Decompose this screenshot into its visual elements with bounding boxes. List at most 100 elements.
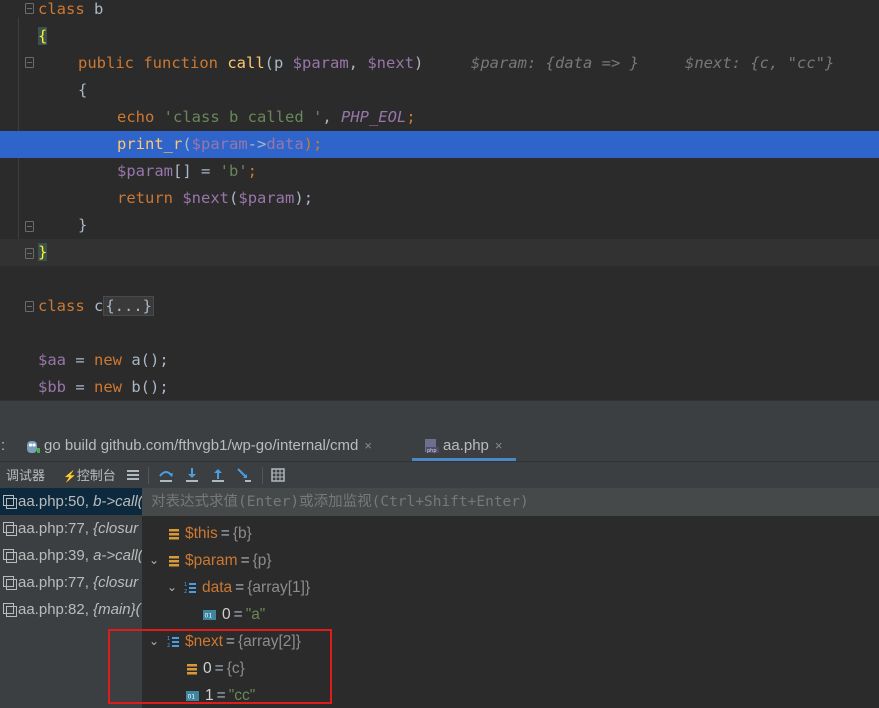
variable: $param xyxy=(238,189,295,207)
frame-location: aa.php:77, xyxy=(18,520,94,537)
frame-item[interactable]: aa.php:77, {closur xyxy=(0,569,142,596)
step-into-icon[interactable] xyxy=(183,466,201,484)
frame-function: {closur xyxy=(93,574,139,591)
variable-name: $param xyxy=(185,552,238,569)
function-name: call xyxy=(227,54,265,72)
fold-toggle-icon[interactable] xyxy=(25,57,34,68)
svg-text:01: 01 xyxy=(205,612,213,619)
panel-splitter[interactable] xyxy=(0,400,879,431)
frame-icon xyxy=(3,549,17,563)
param-variable: $next xyxy=(367,54,414,72)
code-line-class-b[interactable]: class b xyxy=(0,0,879,23)
equals-sign: = xyxy=(220,525,230,542)
toolbar-divider xyxy=(262,467,263,484)
code-line-body-open[interactable]: { xyxy=(0,77,879,104)
tabs-overflow-marker: : xyxy=(1,437,6,454)
property: data xyxy=(266,135,304,153)
code-line-echo[interactable]: echo 'class b called ', PHP_EOL; xyxy=(0,104,879,131)
variable: $next xyxy=(182,189,230,207)
code-line-return[interactable]: return $next($param); xyxy=(0,185,879,212)
step-over-icon[interactable] xyxy=(157,466,175,484)
semicolon: ; xyxy=(406,108,416,126)
fold-toggle-icon[interactable] xyxy=(25,301,34,312)
frame-location: aa.php:77, xyxy=(18,574,94,591)
code-line-execution-point[interactable]: print_r($param->data); xyxy=(0,131,879,158)
evaluate-expression-input[interactable]: 对表达式求值(Enter)或添加监视(Ctrl+Shift+Enter) xyxy=(142,488,879,516)
variable-name: data xyxy=(202,579,233,596)
paren: ( xyxy=(229,189,239,207)
code-line-class-c[interactable]: class c {...} xyxy=(0,293,879,320)
frame-item[interactable]: aa.php:50, b->call( xyxy=(0,488,142,515)
variable-data[interactable]: 1 2 data = {array[1]} xyxy=(184,574,310,601)
frame-icon xyxy=(3,603,17,617)
variable-data-0[interactable]: 01 0 = "a" xyxy=(203,601,265,628)
constructor-call: b(); xyxy=(122,378,169,396)
function-name: print_r xyxy=(117,135,183,153)
variable-name: $this xyxy=(185,525,218,542)
svg-text:2: 2 xyxy=(184,589,187,594)
brace: } xyxy=(78,216,88,234)
variable-value: "a" xyxy=(245,606,266,623)
variable-value: {b} xyxy=(232,525,252,542)
keyword: return xyxy=(117,189,173,207)
arrow-operator: -> xyxy=(247,135,267,153)
close-icon[interactable]: × xyxy=(495,438,503,453)
variable: $param xyxy=(117,162,173,180)
menu-icon[interactable] xyxy=(124,466,142,484)
object-field-icon xyxy=(169,555,179,567)
variable-value: {p} xyxy=(252,552,272,569)
frame-item[interactable]: aa.php:39, a->call( xyxy=(0,542,142,569)
inline-debug-hint: $param: {data => } xyxy=(471,54,639,72)
inline-debug-hint: $next: {c, "cc"} xyxy=(685,54,835,72)
fold-toggle-icon[interactable] xyxy=(25,248,34,259)
code-line-body-close[interactable]: } xyxy=(0,212,879,239)
class-name: b xyxy=(84,0,104,18)
variable-param[interactable]: $param = {p} xyxy=(169,547,272,574)
php-file-icon: php xyxy=(425,439,439,454)
string-literal: 'class b called ' xyxy=(163,108,323,126)
tab-aa-php[interactable]: php aa.php × xyxy=(412,431,516,461)
tab-console[interactable]: ⚡控制台 xyxy=(63,462,116,489)
primitive-value-icon: 01 xyxy=(203,609,216,620)
operator: = xyxy=(66,378,94,396)
frame-icon xyxy=(3,576,17,590)
code-line-bb[interactable]: $bb = new b(); xyxy=(0,374,879,401)
code-line-open-brace[interactable]: { xyxy=(0,23,879,50)
code-editor[interactable]: class b { public function call(p $param,… xyxy=(0,0,879,400)
expand-chevron-icon[interactable]: ⌄ xyxy=(149,553,159,567)
variable-value: {array[1]} xyxy=(247,579,311,596)
frame-location: aa.php:82, xyxy=(18,601,94,618)
collapsed-region[interactable]: {...} xyxy=(103,296,155,316)
code-line-aa[interactable]: $aa = new a(); xyxy=(0,347,879,374)
variable-this[interactable]: $this = {b} xyxy=(169,520,252,547)
step-out-icon[interactable] xyxy=(209,466,227,484)
evaluate-table-icon[interactable] xyxy=(269,466,287,484)
tab-debugger[interactable]: 调试器 xyxy=(6,462,45,489)
code-line-function-signature[interactable]: public function call(p $param, $next) $p… xyxy=(0,50,879,77)
object-field-icon xyxy=(169,528,179,540)
variable-name: 0 xyxy=(222,606,231,623)
frame-item[interactable]: aa.php:82, {main}( xyxy=(0,596,142,623)
close-icon[interactable]: × xyxy=(364,438,372,453)
annotation-highlight-box xyxy=(108,629,332,704)
operator: [] = xyxy=(173,162,220,180)
fold-toggle-icon[interactable] xyxy=(25,3,34,14)
code-line-class-close[interactable]: } xyxy=(0,239,879,266)
svg-text:php: php xyxy=(427,448,437,454)
frame-item[interactable]: aa.php:77, {closur xyxy=(0,515,142,542)
expand-chevron-icon[interactable]: ⌄ xyxy=(167,580,177,594)
run-to-cursor-icon[interactable] xyxy=(235,466,253,484)
constructor-call: a(); xyxy=(122,351,169,369)
code-line-append[interactable]: $param[] = 'b'; xyxy=(0,158,879,185)
paren: ); xyxy=(303,135,323,153)
tab-go-build[interactable]: go build github.com/fthvgb1/wp-go/intern… xyxy=(26,431,372,461)
debug-toolbar: 调试器 ⚡控制台 xyxy=(0,461,879,489)
paren: ( xyxy=(182,135,192,153)
fold-toggle-icon[interactable] xyxy=(25,221,34,232)
frame-location: aa.php:50, xyxy=(18,493,94,510)
comma: , xyxy=(348,54,368,72)
paren: ); xyxy=(294,189,314,207)
semicolon: ; xyxy=(247,162,258,180)
frame-icon xyxy=(3,495,17,509)
keyword: class xyxy=(38,0,85,18)
